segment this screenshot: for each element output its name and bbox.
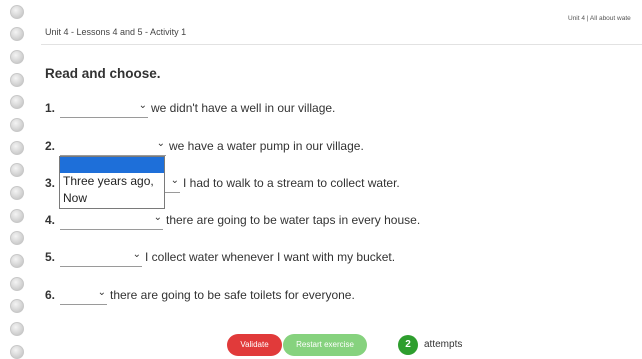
question-text: I had to walk to a stream to collect wat… [183, 176, 400, 190]
activity-title: Unit 4 - Lessons 4 and 5 - Activity 1 [45, 27, 187, 37]
notebook-ring-icon [10, 277, 24, 291]
notebook-ring-icon [10, 231, 24, 245]
notebook-ring-icon [10, 163, 24, 177]
restart-exercise-button[interactable]: Restart exercise [283, 334, 367, 356]
dropdown-option-blank[interactable] [60, 157, 164, 173]
question-number: 6. [45, 288, 56, 302]
answer-select-4[interactable]: ⌄ [60, 212, 163, 230]
question-number: 4. [45, 213, 56, 227]
answer-select-6[interactable]: ⌄ [60, 287, 107, 305]
instruction-heading: Read and choose. [45, 66, 161, 81]
chevron-down-icon: ⌄ [97, 287, 106, 298]
dropdown-option[interactable]: Now [60, 190, 164, 207]
question-text: there are going to be safe toilets for e… [110, 288, 355, 302]
validate-button[interactable]: Validate [227, 334, 282, 356]
question-number: 5. [45, 250, 56, 264]
notebook-ring-icon [10, 50, 24, 64]
notebook-ring-icon [10, 254, 24, 268]
notebook-binding [0, 0, 38, 359]
chevron-down-icon: ⌄ [170, 175, 179, 186]
notebook-ring-icon [10, 5, 24, 19]
question-number: 2. [45, 139, 56, 153]
question-text: we have a water pump in our village. [169, 139, 364, 153]
chevron-down-icon: ⌄ [132, 249, 141, 260]
notebook-ring-icon [10, 345, 24, 359]
notebook-ring-icon [10, 141, 24, 155]
unit-title: Unit 4 | All about wate [568, 15, 631, 22]
answer-select-1[interactable]: ⌄ [60, 100, 148, 118]
header-divider [41, 44, 642, 45]
dropdown-option[interactable]: Three years ago, [60, 173, 164, 190]
question-number: 1. [45, 101, 56, 115]
attempts-label: attempts [424, 339, 463, 350]
attempts-count-badge: 2 [398, 335, 418, 355]
notebook-ring-icon [10, 209, 24, 223]
notebook-ring-icon [10, 118, 24, 132]
answer-dropdown-list: Three years ago, Now [59, 156, 165, 209]
question-text: we didn't have a well in our village. [151, 101, 336, 115]
answer-select-5[interactable]: ⌄ [60, 249, 142, 267]
notebook-ring-icon [10, 186, 24, 200]
question-text: there are going to be water taps in ever… [166, 213, 421, 227]
notebook-ring-icon [10, 27, 24, 41]
chevron-down-icon: ⌄ [138, 100, 147, 111]
question-number: 3. [45, 176, 56, 190]
notebook-ring-icon [10, 95, 24, 109]
question-text: I collect water whenever I want with my … [145, 250, 396, 264]
chevron-down-icon: ⌄ [156, 138, 165, 149]
notebook-ring-icon [10, 322, 24, 336]
notebook-ring-icon [10, 299, 24, 313]
chevron-down-icon: ⌄ [153, 212, 162, 223]
answer-select-2[interactable]: ⌄ [60, 138, 166, 156]
notebook-ring-icon [10, 73, 24, 87]
